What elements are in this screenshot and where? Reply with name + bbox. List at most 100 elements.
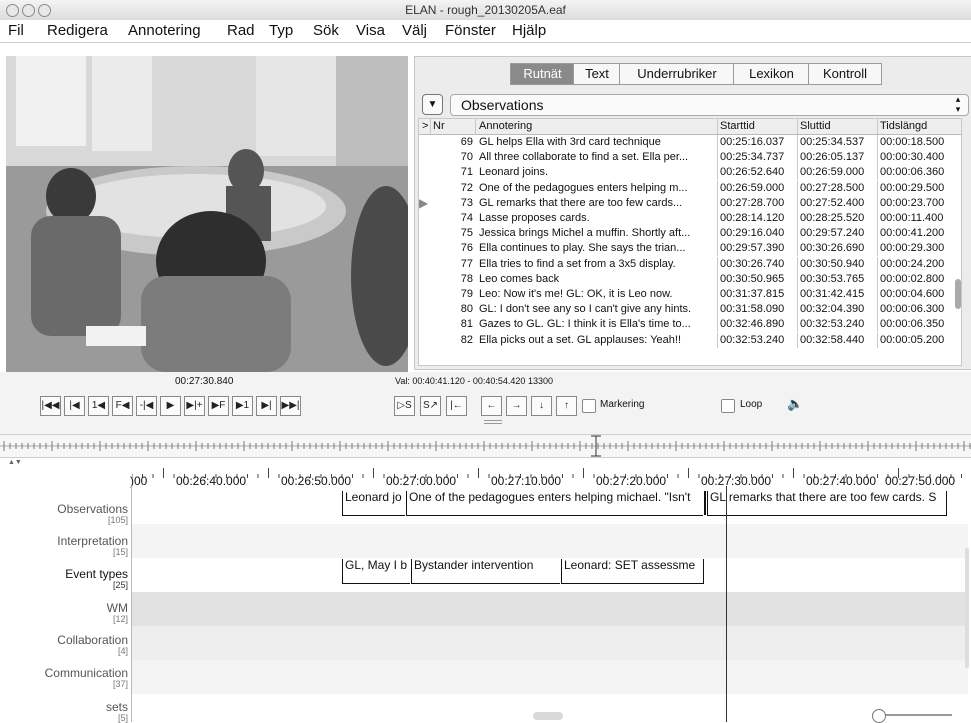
- volume-icon[interactable]: 🔈: [787, 396, 803, 412]
- arrow-down-button[interactable]: ↓: [531, 396, 552, 416]
- tier-row-collaboration[interactable]: [132, 626, 968, 661]
- col-annotation-header[interactable]: Annotering: [475, 119, 719, 134]
- grid-row[interactable]: 77 Ella tries to find a set from a 3x5 di…: [419, 256, 961, 272]
- marker-checkbox[interactable]: [582, 399, 596, 413]
- tier-label-event-types[interactable]: Event types [25]: [0, 567, 128, 590]
- next-second-button[interactable]: ▶1: [232, 396, 253, 416]
- timeline-annotation[interactable]: Bystander intervention: [411, 559, 560, 584]
- timeline-viewer[interactable]: ▲▼ )00 00:26:40.000 00:26:50.000 00:27:0…: [0, 458, 971, 723]
- menu-redigera[interactable]: Redigera: [47, 22, 108, 39]
- menu-fonster[interactable]: Fönster: [445, 22, 496, 39]
- video-viewer[interactable]: [6, 56, 408, 372]
- row-annotation: GL remarks that there are too few cards.…: [479, 196, 683, 209]
- grid-scrollbar-thumb[interactable]: [955, 279, 961, 309]
- zoom-slider-knob[interactable]: [872, 709, 886, 723]
- grid-row[interactable]: 81 Gazes to GL. GL: I think it is Ella's …: [419, 317, 961, 333]
- row-number: 74: [460, 212, 473, 224]
- grid-row[interactable]: 75 Jessica brings Michel a muffin. Shortl…: [419, 226, 961, 242]
- row-end-time: 00:30:53.765: [797, 271, 878, 287]
- col-end-header[interactable]: Sluttid: [797, 119, 878, 134]
- tier-label-communication[interactable]: Communication [37]: [0, 666, 128, 689]
- menu-hjalp[interactable]: Hjälp: [512, 22, 546, 39]
- grid-row[interactable]: 79 Leo: Now it's me! GL: OK, it is Leo no…: [419, 287, 961, 302]
- col-duration-header[interactable]: Tidslängd: [877, 119, 961, 134]
- tier-select[interactable]: Observations ▴ ▾: [450, 94, 969, 116]
- grid-row[interactable]: 74 Lasse proposes cards. 00:28:14.120 00:28…: [419, 211, 961, 226]
- timeline-annotation[interactable]: GL remarks that there are too few cards.…: [707, 491, 947, 516]
- tier-label-wm[interactable]: WM [12]: [0, 601, 128, 624]
- previous-second-button[interactable]: 1◀: [88, 396, 109, 416]
- row-number: 77: [460, 257, 473, 270]
- arrow-right-button[interactable]: →: [506, 396, 527, 416]
- col-nr-header[interactable]: Nr: [430, 119, 477, 134]
- tier-row-wm[interactable]: [132, 592, 968, 627]
- timeline-horizontal-scrollbar-thumb[interactable]: [533, 712, 563, 720]
- previous-frame-button[interactable]: F◀: [112, 396, 133, 416]
- tab-control[interactable]: Kontroll: [808, 63, 882, 85]
- timeline-annotation[interactable]: Leonard jo: [342, 491, 405, 516]
- row-end-time: 00:27:28.500: [797, 180, 878, 196]
- tier-row-communication[interactable]: [132, 660, 968, 695]
- tier-name: Observations: [57, 502, 128, 516]
- previous-scrollview-button[interactable]: |◀: [64, 396, 85, 416]
- timeline-resize-arrows-icon[interactable]: ▲▼: [8, 459, 22, 466]
- grid-row[interactable]: 69 GL helps Ella with 3rd card technique 0…: [419, 135, 961, 150]
- grid-row[interactable]: 70 All three collaborate to find a set. E…: [419, 150, 961, 166]
- tier-name: Communication: [44, 666, 128, 680]
- row-number: 73: [460, 196, 473, 209]
- row-duration: 00:00:02.800: [877, 271, 960, 287]
- timeline-annotation[interactable]: One of the pedagogues enters helping mic…: [406, 491, 703, 516]
- col-start-header[interactable]: Starttid: [717, 119, 798, 134]
- tab-grid[interactable]: Rutnät: [510, 63, 575, 85]
- menu-rad[interactable]: Rad: [227, 22, 255, 39]
- window-title: ELAN - rough_20130205A.eaf: [405, 3, 566, 17]
- tier-count: [25]: [112, 580, 128, 590]
- tier-label-collaboration[interactable]: Collaboration [4]: [0, 633, 128, 656]
- ruler-ticks: [0, 435, 971, 457]
- arrow-up-button[interactable]: ↑: [556, 396, 577, 416]
- grid-row[interactable]: 76 Ella continues to play. She says the t…: [419, 241, 961, 257]
- grid-row[interactable]: 71 Leonard joins. 00:26:52.640 00:26:59.000…: [419, 165, 961, 181]
- menu-annotering[interactable]: Annotering: [128, 22, 201, 39]
- play-button[interactable]: ▶: [160, 396, 181, 416]
- overview-ruler[interactable]: [0, 434, 971, 458]
- current-row-indicator-icon: ▶: [419, 195, 429, 210]
- grid-row[interactable]: 82 Ella picks out a set. GL applauses: Ye…: [419, 332, 961, 348]
- timeline-vertical-scrollbar[interactable]: [965, 548, 969, 668]
- arrow-left-button[interactable]: ←: [481, 396, 502, 416]
- tab-text[interactable]: Text: [573, 63, 621, 85]
- timeline-annotation[interactable]: Leonard: SET assessme: [561, 559, 704, 584]
- loop-checkbox[interactable]: [721, 399, 735, 413]
- go-to-end-button[interactable]: ▶▶|: [280, 396, 301, 416]
- next-frame-button[interactable]: ▶F: [208, 396, 229, 416]
- grid-row[interactable]: ▶ 73 GL remarks that there are too few car…: [419, 195, 961, 211]
- tab-subtitles[interactable]: Underrubriker: [619, 63, 735, 85]
- clear-selection-button[interactable]: |←: [446, 396, 467, 416]
- tier-dropdown-button[interactable]: ▼: [422, 94, 443, 115]
- grid-row[interactable]: 78 Leo comes back 00:30:50.965 00:30:53.765…: [419, 271, 961, 287]
- splitter-handle[interactable]: [484, 420, 502, 424]
- menu-sok[interactable]: Sök: [313, 22, 339, 39]
- menu-visa[interactable]: Visa: [356, 22, 385, 39]
- previous-pixel-button[interactable]: -|◀: [136, 396, 157, 416]
- tab-lexicon[interactable]: Lexikon: [733, 63, 810, 85]
- next-scrollview-button[interactable]: ▶|: [256, 396, 277, 416]
- tier-label-interpretation[interactable]: Interpretation [15]: [0, 534, 128, 557]
- next-pixel-button[interactable]: ▶|+: [184, 396, 205, 416]
- tier-row-interpretation[interactable]: [132, 524, 968, 559]
- menu-fil[interactable]: Fil: [8, 22, 24, 39]
- menu-valj[interactable]: Välj: [402, 22, 427, 39]
- tier-label-sets[interactable]: sets [5]: [0, 700, 128, 723]
- label-divider[interactable]: [131, 486, 132, 722]
- play-selection-button[interactable]: ▷S: [394, 396, 415, 416]
- row-start-time: 00:30:50.965: [717, 271, 798, 287]
- grid-row[interactable]: 72 One of the pedagogues enters helping m…: [419, 180, 961, 196]
- grid-row[interactable]: 80 GL: I don't see any so I can't give an…: [419, 302, 961, 318]
- tier-label-observations[interactable]: Observations [105]: [0, 502, 128, 525]
- menu-typ[interactable]: Typ: [269, 22, 293, 39]
- row-number: 80: [460, 303, 473, 316]
- timeline-annotation[interactable]: GL, May I b: [342, 559, 410, 584]
- playhead-crosshair[interactable]: [726, 486, 727, 722]
- selection-mode-button[interactable]: S↗: [420, 396, 441, 416]
- go-to-begin-button[interactable]: |◀◀: [40, 396, 61, 416]
